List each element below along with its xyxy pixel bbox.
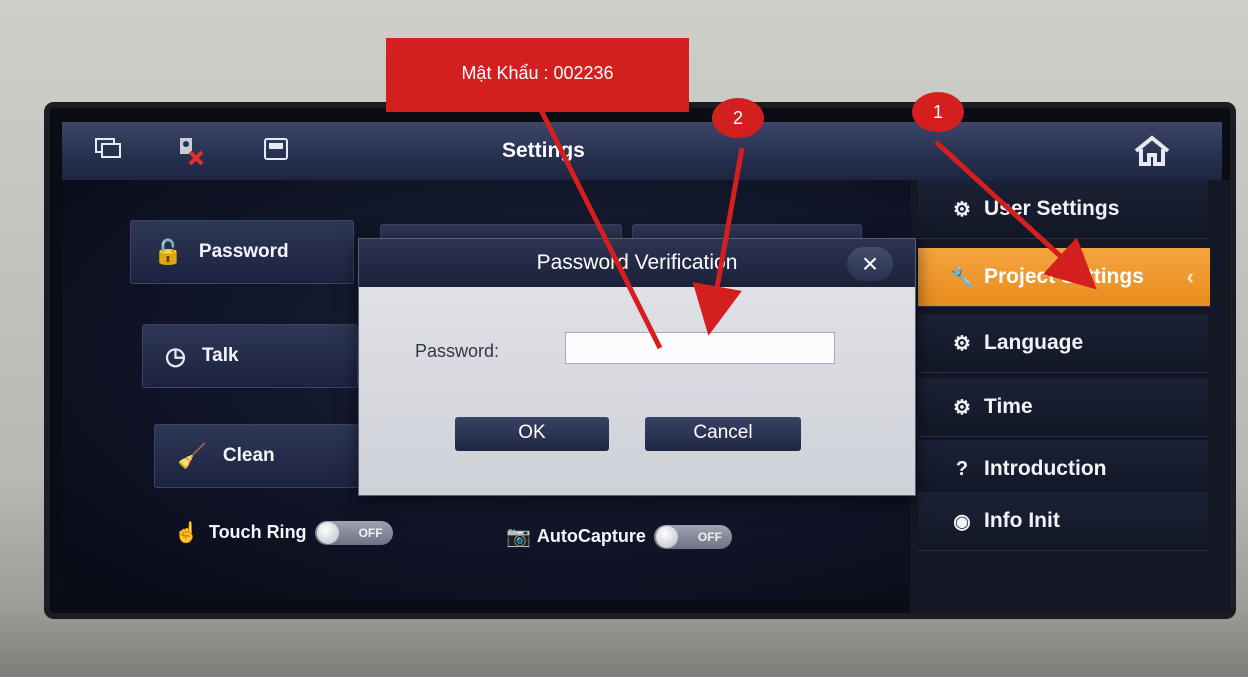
annotation-arrows [537,106,1097,350]
arrow-to-password-field [537,106,663,350]
arrow-step-2 [692,147,745,336]
arrow-step-1 [934,140,1097,290]
